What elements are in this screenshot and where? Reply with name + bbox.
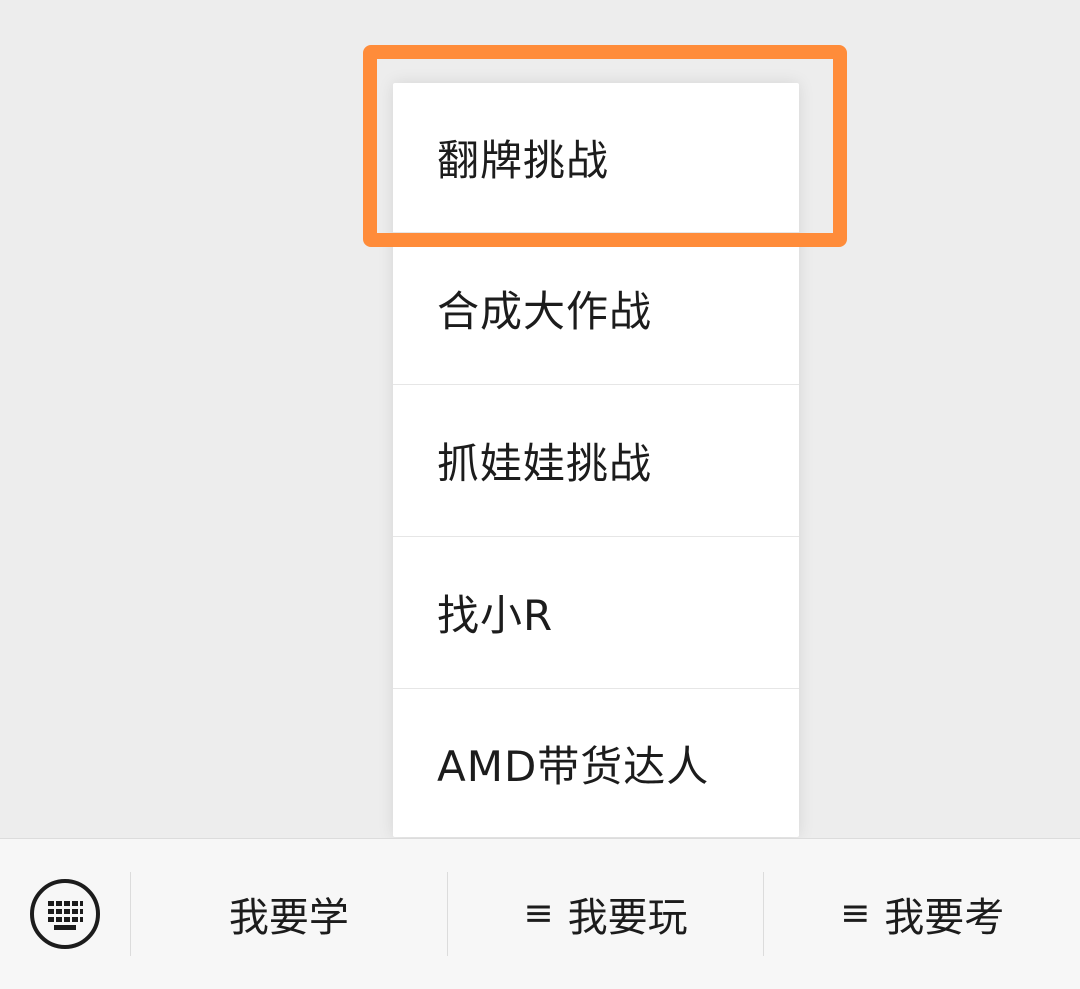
- bottom-button-exam[interactable]: ≡ 我要考: [764, 839, 1080, 989]
- menu-item-flip-card-challenge[interactable]: 翻牌挑战: [393, 83, 799, 233]
- menu-lines-icon: ≡: [840, 893, 871, 934]
- menu-item-label: 抓娃娃挑战: [437, 439, 653, 488]
- keyboard-icon: [30, 879, 100, 949]
- bottom-button-label: 我要考: [884, 895, 1005, 941]
- bottom-button-play[interactable]: ≡ 我要玩: [448, 839, 764, 989]
- menu-item-claw-machine-challenge[interactable]: 抓娃娃挑战: [393, 385, 799, 537]
- menu-item-merge-battle[interactable]: 合成大作战: [393, 233, 799, 385]
- menu-item-label: 合成大作战: [437, 287, 653, 336]
- bottom-menu-bar: 我要学 ≡ 我要玩 ≡ 我要考: [0, 838, 1080, 989]
- popup-menu: 翻牌挑战 合成大作战 抓娃娃挑战 找小R AMD带货达人: [393, 83, 799, 837]
- keyboard-toggle-button[interactable]: [0, 839, 130, 989]
- menu-item-amd-sales-expert[interactable]: AMD带货达人: [393, 689, 799, 837]
- menu-item-find-little-r[interactable]: 找小R: [393, 537, 799, 689]
- bottom-button-label: 我要玩: [567, 895, 688, 941]
- menu-item-label: AMD带货达人: [437, 741, 710, 791]
- bottom-button-learn[interactable]: 我要学: [131, 839, 447, 989]
- menu-item-label: 找小R: [437, 591, 554, 640]
- bottom-button-label: 我要学: [228, 895, 349, 941]
- menu-item-label: 翻牌挑战: [437, 136, 610, 185]
- menu-lines-icon: ≡: [523, 893, 554, 934]
